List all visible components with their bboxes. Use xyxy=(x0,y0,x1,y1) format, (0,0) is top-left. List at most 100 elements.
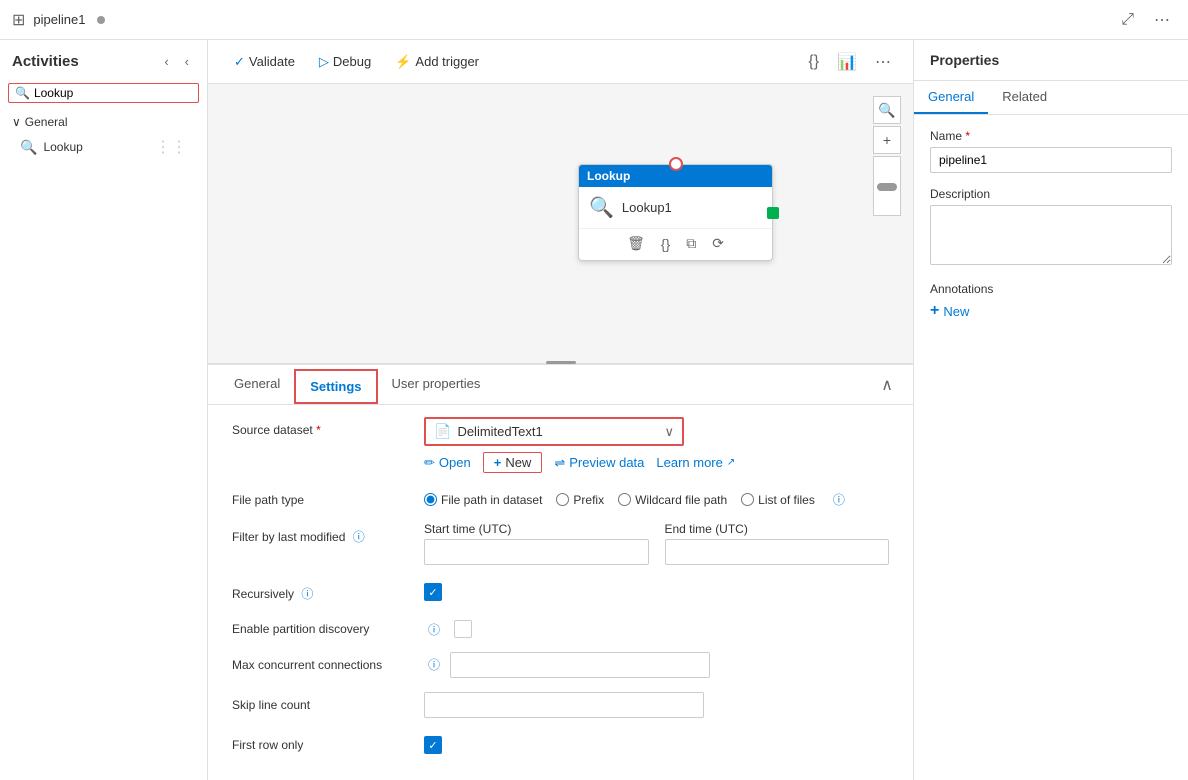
end-time-input[interactable] xyxy=(665,539,890,565)
monitor-button[interactable]: 📊 xyxy=(831,48,863,76)
properties-header: Properties xyxy=(914,40,1188,81)
zoom-search-button[interactable]: 🔍 xyxy=(873,96,901,124)
recursively-checkbox[interactable] xyxy=(424,583,442,601)
sidebar-item-lookup-label: Lookup xyxy=(43,140,82,154)
pipeline-title: pipeline1 xyxy=(33,12,85,27)
chevron-down-icon: ∨ xyxy=(12,115,21,129)
node-delete-button[interactable]: 🗑 xyxy=(625,233,647,254)
bottom-panel-tabs: General Settings User properties ∧ xyxy=(208,365,913,405)
sidebar-item-lookup[interactable]: 🔍 Lookup ⋮⋮ xyxy=(12,133,195,161)
list-of-files-info-icon[interactable]: ⓘ xyxy=(833,491,845,508)
sidebar-search-input[interactable] xyxy=(34,86,192,100)
lookup-node-name: Lookup1 xyxy=(622,200,672,215)
preview-data-button[interactable]: ⇌ Preview data xyxy=(554,455,644,471)
dataset-selector[interactable]: 📄 DelimitedText1 ∨ xyxy=(424,417,684,446)
sidebar-section-general[interactable]: ∨ General xyxy=(12,115,195,129)
new-annotation-button[interactable]: + New xyxy=(930,302,969,320)
tab-user-properties[interactable]: User properties xyxy=(378,368,495,401)
properties-tabs: General Related xyxy=(914,81,1188,115)
first-row-checkbox[interactable] xyxy=(424,736,442,754)
sidebar-header-actions: ‹ ‹ xyxy=(158,50,195,73)
properties-tab-related[interactable]: Related xyxy=(988,81,1061,114)
tab-settings[interactable]: Settings xyxy=(294,369,377,404)
file-path-radio-group: File path in dataset Prefix Wildcard fil… xyxy=(424,487,889,508)
skip-line-control xyxy=(424,692,889,718)
partition-info-icon[interactable]: ⓘ xyxy=(428,621,440,638)
dataset-file-icon: 📄 xyxy=(434,423,451,440)
settings-content: Source dataset * 📄 DelimitedText1 ∨ ✏ xyxy=(208,405,913,780)
zoom-plus-button[interactable]: + xyxy=(873,126,901,154)
external-link-icon: ↗ xyxy=(727,457,735,468)
first-row-control xyxy=(424,732,889,754)
unsaved-dot xyxy=(97,16,105,24)
filter-modified-control: Start time (UTC) End time (UTC) xyxy=(424,522,889,565)
section-general-label: General xyxy=(25,115,68,129)
sidebar-general-section: ∨ General 🔍 Lookup ⋮⋮ xyxy=(0,109,207,167)
validate-icon: ✓ xyxy=(234,54,245,70)
radio-wildcard[interactable]: Wildcard file path xyxy=(618,493,727,507)
node-connect-button[interactable]: ⟳ xyxy=(710,233,726,254)
filter-info-icon[interactable]: ⓘ xyxy=(353,530,365,544)
node-top-connector xyxy=(669,157,683,171)
max-connections-info-icon[interactable]: ⓘ xyxy=(428,658,440,672)
required-star: * xyxy=(316,423,321,437)
radio-list-of-files[interactable]: List of files xyxy=(741,493,815,507)
radio-file-path-in-dataset[interactable]: File path in dataset xyxy=(424,493,542,507)
radio-prefix[interactable]: Prefix xyxy=(556,493,604,507)
properties-content: Name * Description Annotations + New xyxy=(914,115,1188,334)
debug-label: Debug xyxy=(333,54,371,69)
open-button[interactable]: ✏ Open xyxy=(424,455,471,471)
partition-checkbox[interactable] xyxy=(454,620,472,638)
add-trigger-label: Add trigger xyxy=(415,54,479,69)
lookup-node-actions: 🗑 {} ⧉ ⟳ xyxy=(579,228,772,260)
code-button[interactable]: {} xyxy=(802,49,825,75)
expand-button[interactable]: ⤢ xyxy=(1115,7,1140,33)
add-trigger-button[interactable]: ⚡ Add trigger xyxy=(385,49,489,75)
debug-button[interactable]: ▷ Debug xyxy=(309,49,381,75)
lookup-node-icon: 🔍 xyxy=(589,195,614,220)
file-path-type-label: File path type xyxy=(232,487,412,507)
tab-general[interactable]: General xyxy=(220,368,294,401)
zoom-slider[interactable] xyxy=(873,156,901,216)
first-row-label: First row only xyxy=(232,732,412,752)
sidebar-title: Activities xyxy=(12,53,79,70)
drag-handle-icon: ⋮⋮ xyxy=(155,137,187,157)
max-connections-control: ⓘ xyxy=(424,652,889,678)
preview-icon: ⇌ xyxy=(554,455,565,471)
recursively-info-icon[interactable]: ⓘ xyxy=(301,587,313,601)
dataset-value: DelimitedText1 xyxy=(457,424,658,439)
topbar-more-button[interactable]: ⋯ xyxy=(1148,6,1176,34)
search-icon: 🔍 xyxy=(15,86,30,100)
canvas-divider[interactable] xyxy=(546,361,576,364)
bottom-panel: General Settings User properties ∧ Sourc… xyxy=(208,364,913,780)
sidebar-collapse2-button[interactable]: ‹ xyxy=(179,50,195,73)
toolbar-right: {} 📊 ⋯ xyxy=(802,48,897,76)
learn-more-link[interactable]: Learn more ↗ xyxy=(656,455,735,470)
lookup-icon: 🔍 xyxy=(20,139,37,156)
start-time-input[interactable] xyxy=(424,539,649,565)
time-inputs: Start time (UTC) End time (UTC) xyxy=(424,522,889,565)
start-time-label: Start time (UTC) xyxy=(424,522,649,536)
top-bar: ⊞ pipeline1 ⤢ ⋯ xyxy=(0,0,1188,40)
toolbar: ✓ Validate ▷ Debug ⚡ Add trigger {} 📊 ⋯ xyxy=(208,40,913,84)
recursively-control xyxy=(424,579,889,601)
plus-icon: + xyxy=(930,302,939,320)
trigger-icon: ⚡ xyxy=(395,54,411,70)
node-copy-button[interactable]: ⧉ xyxy=(684,233,698,254)
toolbar-more-button[interactable]: ⋯ xyxy=(869,48,897,76)
pencil-icon: ✏ xyxy=(424,455,435,471)
validate-button[interactable]: ✓ Validate xyxy=(224,49,305,75)
new-button[interactable]: + New xyxy=(483,452,543,473)
canvas-zoom-controls: 🔍 + xyxy=(873,96,901,216)
panel-collapse-button[interactable]: ∧ xyxy=(873,371,901,399)
content-area: ✓ Validate ▷ Debug ⚡ Add trigger {} 📊 ⋯ xyxy=(208,40,913,780)
properties-tab-general[interactable]: General xyxy=(914,81,988,114)
sidebar-collapse-button[interactable]: ‹ xyxy=(158,50,174,73)
max-connections-input[interactable] xyxy=(450,652,710,678)
lookup-node[interactable]: Lookup 🔍 Lookup1 🗑 {} ⧉ ⟳ xyxy=(578,164,773,261)
prop-description-textarea[interactable] xyxy=(930,205,1172,265)
prop-name-input[interactable] xyxy=(930,147,1172,173)
node-code-button[interactable]: {} xyxy=(659,234,672,254)
skip-line-input[interactable] xyxy=(424,692,704,718)
canvas: Lookup 🔍 Lookup1 🗑 {} ⧉ ⟳ 🔍 + xyxy=(208,84,913,364)
